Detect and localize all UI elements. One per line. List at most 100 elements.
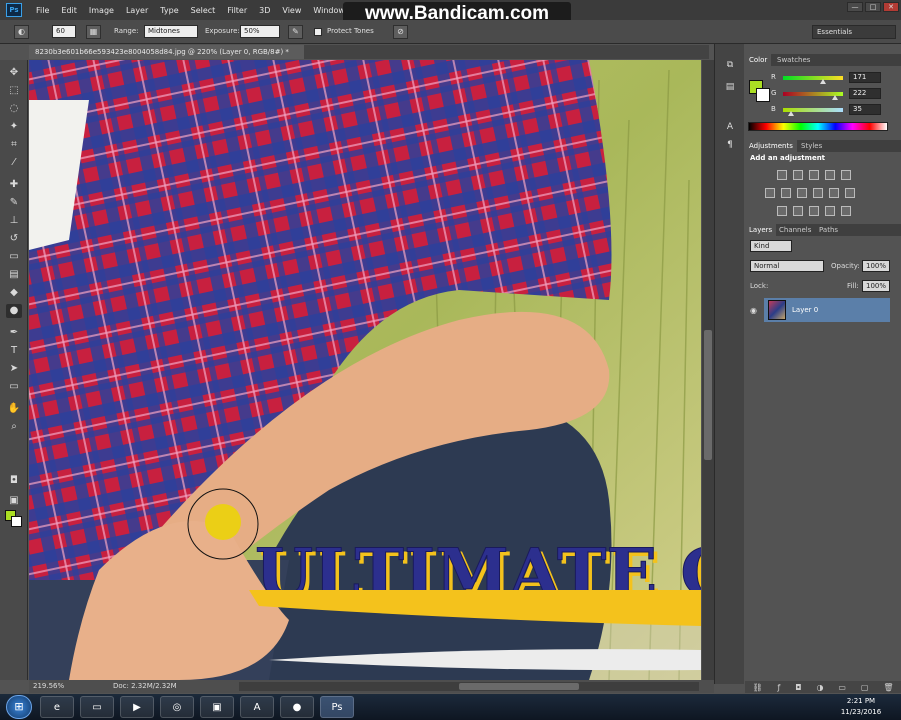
new-adjustment-icon[interactable]: ◑ [816,683,823,692]
menu-file[interactable]: File [30,6,55,15]
background-color-swatch[interactable] [11,516,22,527]
photoshop-taskbar-icon[interactable]: Ps [320,696,354,718]
history-panel-icon[interactable]: ⧉ [723,58,737,72]
selective-color-icon[interactable] [841,206,851,216]
protect-tones-checkbox[interactable] [314,28,322,36]
visibility-eye-icon[interactable]: ◉ [750,306,757,315]
horizontal-scrollbar[interactable] [239,682,699,691]
explorer-icon[interactable]: ▭ [80,696,114,718]
threshold-icon[interactable] [809,206,819,216]
red-value-input[interactable]: 171 [849,72,881,83]
exposure-input[interactable]: 50% [240,25,280,38]
brush-size-picker[interactable]: 60 [52,25,76,38]
horizontal-scroll-thumb[interactable] [459,683,579,690]
levels-icon[interactable] [793,170,803,180]
zoom-readout[interactable]: 219.56% [33,680,64,693]
menu-select[interactable]: Select [185,6,222,15]
eyedropper-icon[interactable]: ⁄ [6,156,22,170]
document-tab[interactable]: 8230b3e601b66e593423e8004058d84.jpg @ 22… [29,45,304,59]
tab-adjustments[interactable]: Adjustments [745,140,797,152]
brush-icon[interactable]: ✎ [6,196,22,210]
photo-filter-icon[interactable] [813,188,823,198]
pressure-size-icon[interactable]: ⊘ [393,25,408,39]
vertical-scroll-thumb[interactable] [704,330,712,460]
marquee-icon[interactable]: ⬚ [6,84,22,98]
pen-icon[interactable]: ✒ [6,326,22,340]
media-player-icon[interactable]: ▶ [120,696,154,718]
fill-input[interactable]: 100% [862,280,890,292]
red-track[interactable] [783,76,843,80]
blend-mode-select[interactable]: Normal [750,260,824,272]
red-knob[interactable] [820,79,827,84]
color-spectrum-bar[interactable] [748,122,888,131]
quick-select-icon[interactable]: ✦ [6,120,22,134]
black-white-icon[interactable] [797,188,807,198]
quick-mask-icon[interactable]: ◘ [6,474,22,488]
photos-icon[interactable]: ▣ [200,696,234,718]
green-value-input[interactable]: 222 [849,88,881,99]
workspace-switcher[interactable]: Essentials [812,25,896,39]
start-button[interactable]: ⊞ [6,695,32,719]
menu-filter[interactable]: Filter [221,6,253,15]
ie-icon[interactable]: e [40,696,74,718]
document-canvas[interactable]: ULTIMATE CLUB ULTIMATE CLUB [29,60,701,680]
dodge-tool-preset-icon[interactable]: ◐ [14,25,29,39]
tab-styles[interactable]: Styles [797,140,826,152]
lasso-icon[interactable]: ◌ [6,102,22,116]
blue-value-input[interactable]: 35 [849,104,881,115]
path-select-icon[interactable]: ➤ [6,362,22,376]
menu-view[interactable]: View [276,6,307,15]
channel-mixer-icon[interactable] [829,188,839,198]
brightness-icon[interactable] [777,170,787,180]
screen-mode-icon[interactable]: ▣ [6,494,22,508]
curves-icon[interactable] [809,170,819,180]
tab-channels[interactable]: Channels [775,224,815,236]
color-balance-icon[interactable] [781,188,791,198]
gradient-icon[interactable]: ▤ [6,268,22,282]
delete-layer-icon[interactable]: 🗑 [883,683,893,692]
shape-icon[interactable]: ▭ [6,380,22,394]
invert-icon[interactable] [777,206,787,216]
layer-style-icon[interactable]: ƒ [778,683,781,692]
paragraph-panel-icon[interactable]: ¶ [723,138,737,152]
airbrush-icon[interactable]: ✎ [288,25,303,39]
menu-layer[interactable]: Layer [120,6,154,15]
zoom-icon[interactable]: ⌕ [6,420,22,434]
posterize-icon[interactable] [793,206,803,216]
layer-name[interactable]: Layer 0 [792,306,818,314]
color-lookup-icon[interactable] [845,188,855,198]
brush-panel-toggle-icon[interactable]: ▦ [86,25,101,39]
menu-3d[interactable]: 3D [253,6,276,15]
vertical-scrollbar[interactable] [702,60,714,680]
healing-brush-icon[interactable]: ✚ [6,178,22,192]
tab-layers[interactable]: Layers [745,224,777,236]
menu-image[interactable]: Image [83,6,120,15]
add-mask-icon[interactable]: ◘ [795,683,801,692]
blue-knob[interactable] [788,111,795,116]
opacity-input[interactable]: 100% [862,260,890,272]
range-select[interactable]: Midtones [144,25,198,38]
layer-filter-select[interactable]: Kind [750,240,792,252]
bandicam-icon[interactable]: ● [280,696,314,718]
character-panel-icon[interactable]: A [723,120,737,134]
menu-type[interactable]: Type [154,6,184,15]
properties-panel-icon[interactable]: ▤ [723,80,737,94]
history-brush-icon[interactable]: ↺ [6,232,22,246]
exposure-icon[interactable] [825,170,835,180]
new-layer-icon[interactable]: ▢ [861,683,869,692]
green-knob[interactable] [832,95,839,100]
clone-stamp-icon[interactable]: ⊥ [6,214,22,228]
menu-edit[interactable]: Edit [55,6,83,15]
tab-swatches[interactable]: Swatches [773,54,814,66]
maximize-button[interactable]: □ [865,2,881,12]
move-tool-icon[interactable]: ✥ [6,66,22,80]
crop-icon[interactable]: ⌗ [6,138,22,152]
gradient-map-icon[interactable] [825,206,835,216]
chrome-icon[interactable]: ◎ [160,696,194,718]
tab-color[interactable]: Color [745,54,772,66]
new-group-icon[interactable]: ▭ [838,683,846,692]
vibrance-icon[interactable] [841,170,851,180]
acrobat-icon[interactable]: A [240,696,274,718]
hue-saturation-icon[interactable] [765,188,775,198]
minimize-button[interactable]: — [847,2,863,12]
